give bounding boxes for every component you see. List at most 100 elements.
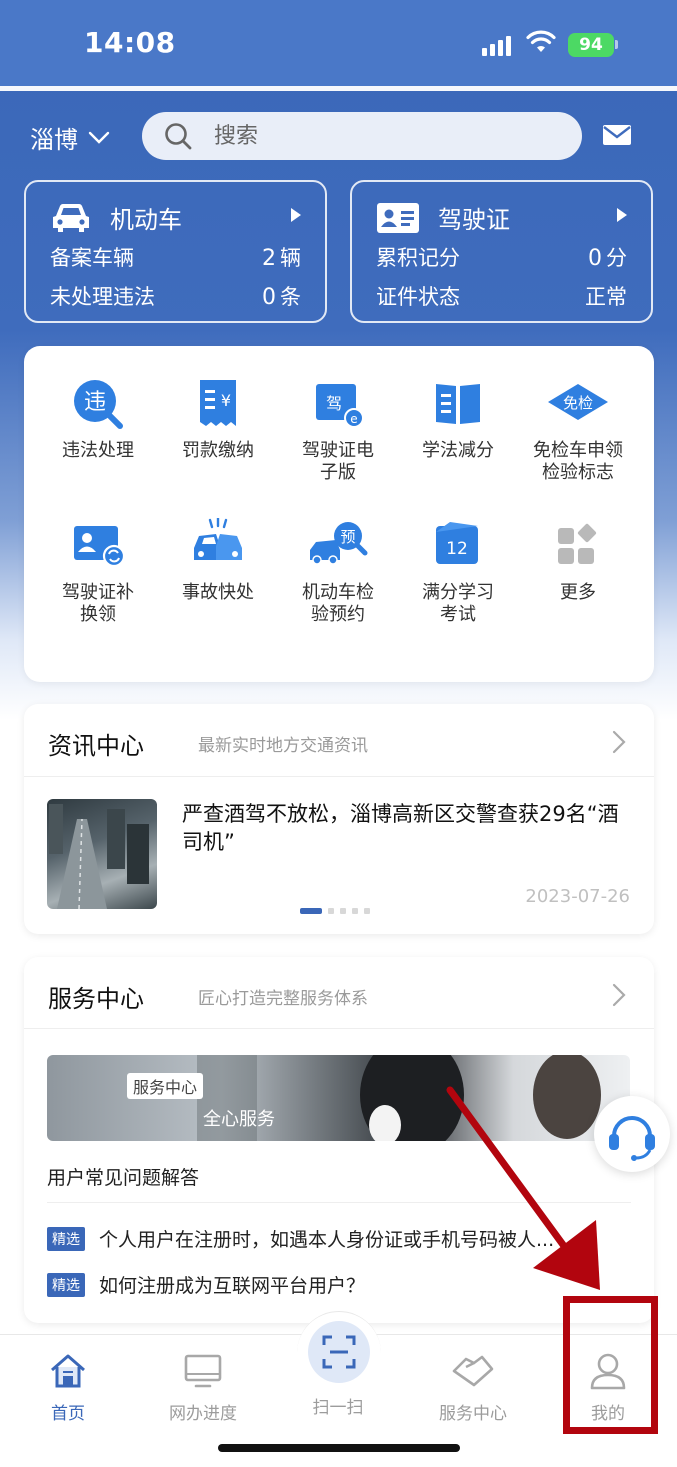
tab-scan[interactable]: 扫一扫 <box>288 1393 388 1418</box>
scan-button[interactable] <box>308 1321 370 1383</box>
tab-service-center[interactable]: 服务中心 <box>423 1349 523 1424</box>
annotation-highlight-box <box>563 1296 658 1434</box>
home-indicator <box>218 1444 460 1452</box>
monitor-icon <box>184 1354 222 1388</box>
home-icon <box>51 1354 85 1388</box>
service-center-panel: 服务中心 匠心打造完整服务体系 服务中心 全心服务 用户常见问题解答 精选 个人… <box>24 957 654 1323</box>
license-card-title: 驾驶证 <box>438 206 510 234</box>
chevron-down-icon <box>88 131 110 144</box>
e-license-icon: 驾 e <box>310 376 366 432</box>
news-date: 2023-07-26 <box>525 886 630 907</box>
search-bar[interactable] <box>142 112 582 160</box>
faq-item[interactable]: 精选 个人用户在注册时，如遇本人身份证或手机号码被人... <box>47 1225 632 1252</box>
service-study-reduce-points[interactable]: 学法减分 <box>398 376 518 462</box>
handshake-icon <box>452 1355 494 1387</box>
wifi-icon <box>526 30 556 52</box>
service-license-renew[interactable]: 驾驶证补换领 <box>38 518 158 626</box>
vehicle-count-unit: 辆 <box>280 246 301 270</box>
service-fine-payment[interactable]: ¥ 罚款缴纳 <box>158 376 278 462</box>
customer-service-button[interactable] <box>594 1096 670 1172</box>
divider <box>47 1202 631 1203</box>
vehicle-card-title: 机动车 <box>110 206 182 234</box>
service-label: 事故快处 <box>182 582 254 603</box>
cellular-signal-icon <box>482 36 511 56</box>
divider <box>24 1028 654 1029</box>
service-accident[interactable]: 事故快处 <box>158 516 278 604</box>
more-grid-icon <box>550 518 606 574</box>
points-value: 0 <box>588 246 602 271</box>
svg-text:违: 违 <box>84 390 106 415</box>
status-time: 14:08 <box>84 26 176 59</box>
inspection-exempt-icon: 免检 <box>548 376 608 432</box>
faq-tag: 精选 <box>47 1272 85 1297</box>
vehicle-card-arrow-icon <box>291 208 301 222</box>
service-more[interactable]: 更多 <box>518 518 638 604</box>
accident-icon <box>190 516 246 574</box>
violation-count-unit: 条 <box>280 285 301 309</box>
headset-icon <box>609 1116 655 1161</box>
tab-progress[interactable]: 网办进度 <box>153 1349 253 1424</box>
points-unit: 分 <box>606 246 627 270</box>
service-label: 机动车检验预约 <box>302 582 374 625</box>
news-panel: 资讯中心 最新实时地方交通资讯 严查酒驾不放松，淄博高新区交警查获29名“酒司机… <box>24 704 654 934</box>
violation-row: 未处理违法 0条 <box>50 281 301 311</box>
license-card-arrow-icon <box>617 208 627 222</box>
license-card[interactable]: 驾驶证 累积记分 0分 证件状态 正常 <box>350 180 653 323</box>
faq-item[interactable]: 精选 如何注册成为互联网平台用户？ <box>47 1271 632 1298</box>
banner-tag: 服务中心 <box>127 1073 204 1099</box>
faq-question: 个人用户在注册时，如遇本人身份证或手机号码被人... <box>99 1229 555 1251</box>
service-center-subtitle: 匠心打造完整服务体系 <box>198 989 368 1009</box>
vehicle-row: 备案车辆 2辆 <box>50 242 301 272</box>
points-row: 累积记分 0分 <box>376 242 627 272</box>
service-label: 学法减分 <box>422 440 494 461</box>
service-label: 违法处理 <box>62 440 134 461</box>
svg-text:e: e <box>350 412 357 426</box>
service-e-license[interactable]: 驾 e 驾驶证电子版 <box>278 376 398 484</box>
mail-icon[interactable] <box>602 124 632 146</box>
tab-home[interactable]: 首页 <box>18 1349 118 1424</box>
chevron-right-icon[interactable] <box>612 983 626 1007</box>
chevron-right-icon[interactable] <box>612 730 626 754</box>
violation-row-label: 未处理违法 <box>50 285 155 309</box>
banner-text: 全心服务 <box>203 1109 275 1130</box>
svg-text:免检: 免检 <box>563 394 593 412</box>
battery-level: 94 <box>579 35 603 55</box>
faq-title: 用户常见问题解答 <box>47 1167 200 1189</box>
battery-tip-icon <box>615 40 618 49</box>
service-label: 驾驶证电子版 <box>302 440 374 483</box>
news-panel-subtitle: 最新实时地方交通资讯 <box>198 736 368 756</box>
vehicle-row-label: 备案车辆 <box>50 246 134 270</box>
news-headline[interactable]: 严查酒驾不放松，淄博高新区交警查获29名“酒司机” <box>182 800 632 856</box>
violation-icon: 违 <box>70 376 126 432</box>
service-center-title: 服务中心 <box>48 985 144 1013</box>
inspection-booking-icon: 预 <box>310 518 368 574</box>
status-row: 证件状态 正常 <box>376 281 627 311</box>
status-bar: 14:08 94 <box>0 0 677 88</box>
svg-text:驾: 驾 <box>326 394 342 413</box>
violation-count-value: 0 <box>262 285 276 310</box>
tab-label: 首页 <box>51 1404 85 1424</box>
service-violation[interactable]: 违 违法处理 <box>38 376 158 462</box>
search-input[interactable] <box>214 123 544 149</box>
news-thumbnail[interactable] <box>47 799 157 909</box>
vehicle-card[interactable]: 机动车 备案车辆 2辆 未处理违法 0条 <box>24 180 327 323</box>
book-icon <box>430 376 486 432</box>
tab-label: 服务中心 <box>439 1404 507 1424</box>
faq-tag: 精选 <box>47 1226 85 1251</box>
service-label: 满分学习考试 <box>422 582 494 625</box>
svg-text:预: 预 <box>340 528 355 546</box>
points-row-label: 累积记分 <box>376 246 460 270</box>
car-icon <box>53 203 89 232</box>
service-label: 更多 <box>560 582 596 603</box>
city-selector[interactable]: 淄博 <box>30 120 110 155</box>
service-grid: 违 违法处理 ¥ 罚款缴纳 驾 e 驾驶证电子版 学法减分 免检 免检车申领检验… <box>24 346 654 682</box>
battery-indicator: 94 <box>568 33 614 57</box>
service-label: 罚款缴纳 <box>182 440 254 461</box>
tab-label: 网办进度 <box>169 1404 237 1424</box>
faq-question: 如何注册成为互联网平台用户？ <box>99 1275 366 1297</box>
service-banner[interactable]: 服务中心 全心服务 <box>47 1055 630 1141</box>
service-full-points-study[interactable]: 12 满分学习考试 <box>398 518 518 626</box>
carousel-indicator <box>300 908 370 914</box>
service-inspection-exempt[interactable]: 免检 免检车申领检验标志 <box>518 376 638 484</box>
service-inspection-booking[interactable]: 预 机动车检验预约 <box>278 518 398 626</box>
